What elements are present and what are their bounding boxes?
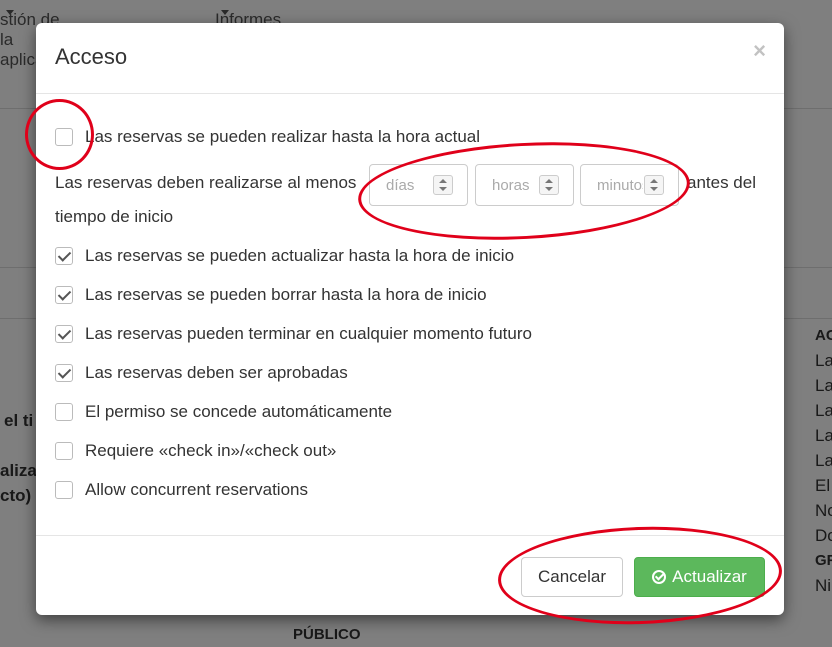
close-button[interactable]: × <box>753 38 766 64</box>
option-label: Las reservas se pueden borrar hasta la h… <box>85 285 487 304</box>
option-update-until-start[interactable]: Las reservas se pueden actualizar hasta … <box>55 246 514 266</box>
option-label: Las reservas pueden terminar en cualquie… <box>85 324 532 343</box>
checkbox[interactable] <box>55 442 73 460</box>
min-notice-suffix: antes del <box>687 173 756 192</box>
checkbox[interactable] <box>55 325 73 343</box>
checkbox[interactable] <box>55 247 73 265</box>
check-circle-icon <box>652 570 667 584</box>
days-input[interactable]: días <box>369 164 468 206</box>
update-label: Actualizar <box>672 567 747 586</box>
dialog-title: Acceso <box>55 44 128 69</box>
checkbox[interactable] <box>55 286 73 304</box>
option-label: El permiso se concede automáticamente <box>85 402 393 421</box>
option-auto-grant[interactable]: El permiso se concede automáticamente <box>55 402 392 422</box>
option-label: Allow concurrent reservations <box>85 480 308 499</box>
access-dialog: Acceso × Las reservas se pueden realizar… <box>36 23 784 615</box>
option-end-any-time[interactable]: Las reservas pueden terminar en cualquie… <box>55 324 532 344</box>
dialog-footer: Cancelar Actualizar <box>36 535 784 616</box>
spinner-icon[interactable] <box>433 175 453 195</box>
hours-input[interactable]: horas <box>475 164 574 206</box>
dialog-header: Acceso × <box>36 23 784 94</box>
checkbox[interactable] <box>55 403 73 421</box>
option-label: Requiere «check in»/«check out» <box>85 441 337 460</box>
checkbox[interactable] <box>55 364 73 382</box>
min-notice-label: Las reservas deben realizarse al menos <box>55 173 357 192</box>
option-check-in-out[interactable]: Requiere «check in»/«check out» <box>55 441 336 461</box>
minutes-placeholder: minutos <box>597 177 643 194</box>
checkbox[interactable] <box>55 481 73 499</box>
option-label: Las reservas deben ser aprobadas <box>85 363 348 382</box>
option-realtime-booking[interactable]: Las reservas se pueden realizar hasta la… <box>55 127 480 147</box>
min-notice-suffix-line2: tiempo de inicio <box>55 207 174 226</box>
option-label: Las reservas se pueden realizar hasta la… <box>85 127 481 146</box>
option-require-approval[interactable]: Las reservas deben ser aprobadas <box>55 363 348 383</box>
option-concurrent[interactable]: Allow concurrent reservations <box>55 480 308 500</box>
minutes-input[interactable]: minutos <box>580 164 679 206</box>
option-label: Las reservas se pueden actualizar hasta … <box>85 246 515 265</box>
spinner-icon[interactable] <box>539 175 559 195</box>
checkbox[interactable] <box>55 128 73 146</box>
update-button[interactable]: Actualizar <box>634 557 765 597</box>
option-delete-until-start[interactable]: Las reservas se pueden borrar hasta la h… <box>55 285 487 305</box>
spinner-icon[interactable] <box>644 175 664 195</box>
cancel-button[interactable]: Cancelar <box>521 557 623 597</box>
